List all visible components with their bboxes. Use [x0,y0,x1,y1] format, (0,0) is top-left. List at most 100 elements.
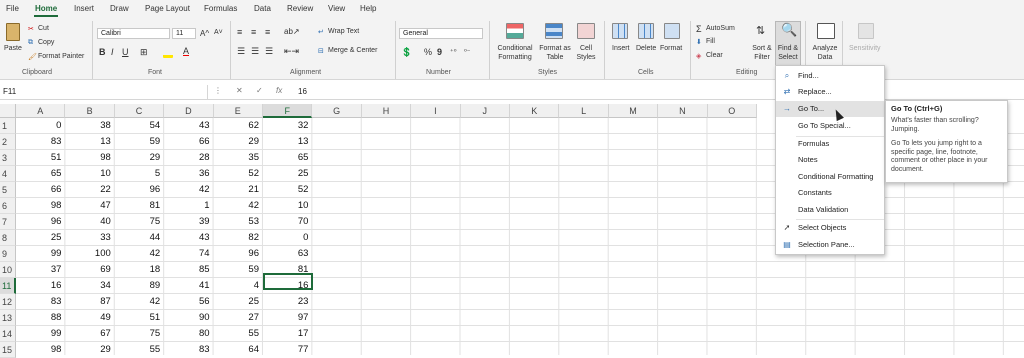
column-header-k[interactable]: K [510,104,560,118]
cell[interactable]: 51 [115,310,164,326]
cell[interactable]: 40 [65,214,114,230]
cell[interactable]: 42 [214,198,263,214]
menu-item-go-to[interactable]: → Go To... [776,101,884,117]
cell[interactable]: 4 [214,278,263,294]
format-cells-button[interactable]: Format [660,45,682,52]
row-header[interactable]: 13 [0,310,16,326]
cell[interactable]: 77 [263,342,312,358]
column-header-m[interactable]: M [608,104,659,118]
analyze-data-button[interactable]: Analyze Data [810,44,840,62]
column-header-b[interactable]: B [65,104,115,118]
cell[interactable]: 67 [65,326,114,342]
cell[interactable]: 1 [164,198,213,214]
cell[interactable]: 29 [65,342,114,358]
column-header-j[interactable]: J [460,104,510,118]
cell[interactable]: 18 [115,262,164,278]
select-all-corner[interactable] [0,104,16,118]
number-format-combo[interactable]: General [399,28,483,39]
magnifier-icon[interactable]: 🔍 [781,22,797,38]
format-cells-icon[interactable] [664,23,680,39]
cell[interactable]: 96 [16,214,65,230]
cell[interactable]: 33 [65,230,114,246]
cell[interactable]: 99 [16,246,65,262]
tab-file[interactable]: File [6,4,19,13]
insert-cells-icon[interactable] [612,23,628,39]
cell[interactable]: 49 [65,310,114,326]
tab-formulas[interactable]: Formulas [204,4,237,13]
cell[interactable]: 64 [214,342,263,358]
column-header-d[interactable]: D [164,104,214,118]
column-header-a[interactable]: A [16,104,66,118]
row-header[interactable]: 8 [0,230,16,246]
cell[interactable]: 35 [214,150,263,166]
wrap-text-button[interactable]: Wrap Text [328,28,359,35]
cell[interactable]: 97 [263,310,312,326]
bold-icon[interactable]: B [99,47,106,57]
borders-icon[interactable]: ⊞ [140,47,148,58]
cell[interactable]: 42 [115,246,164,262]
conditional-formatting-icon[interactable] [506,23,524,39]
menu-item-data-validation[interactable]: Data Validation [776,202,884,218]
cell[interactable]: 98 [65,150,114,166]
cell[interactable]: 83 [16,134,65,150]
row-header[interactable]: 12 [0,294,16,310]
cell[interactable]: 59 [214,262,263,278]
cell[interactable]: 22 [65,182,114,198]
font-size-combo[interactable]: 11 [172,28,196,39]
cell[interactable]: 59 [115,134,164,150]
cell[interactable]: 25 [263,166,312,182]
sort-filter-icon[interactable]: ⇅ [756,24,765,37]
tab-insert[interactable]: Insert [74,4,94,13]
cell[interactable]: 41 [164,278,213,294]
cell[interactable]: 89 [115,278,164,294]
autosum-button[interactable]: AutoSum [706,25,735,32]
cell[interactable]: 16 [16,278,65,294]
format-painter-button[interactable]: Format Painter [38,53,84,60]
column-header-n[interactable]: N [658,104,708,118]
decrease-decimal-icon[interactable]: ⁰⁻ [464,48,471,56]
delete-cells-button[interactable]: Delete [636,45,656,52]
cell[interactable]: 42 [164,182,213,198]
cell[interactable]: 75 [115,214,164,230]
cell[interactable]: 87 [65,294,114,310]
paste-icon[interactable] [6,23,20,41]
cell[interactable]: 80 [164,326,213,342]
row-header[interactable]: 10 [0,262,16,278]
menu-item-conditional-formatting[interactable]: Conditional Formatting [776,169,884,185]
row-header[interactable]: 3 [0,150,16,166]
row-header[interactable]: 6 [0,198,16,214]
name-box-dropdown-icon[interactable]: ⋮ [214,86,222,95]
tab-view[interactable]: View [328,4,345,13]
row-header[interactable]: 5 [0,182,16,198]
cell[interactable]: 100 [65,246,114,262]
cell[interactable]: 55 [214,326,263,342]
merge-center-button[interactable]: Merge & Center [328,47,377,54]
cell[interactable]: 28 [164,150,213,166]
format-painter-icon[interactable]: 🖌 [28,53,37,61]
align-top-icon[interactable]: ≡ [237,27,242,37]
cell[interactable]: 85 [164,262,213,278]
cell[interactable]: 44 [115,230,164,246]
menu-item-notes[interactable]: Notes [776,152,884,168]
underline-icon[interactable]: U [122,47,129,57]
name-box[interactable]: F11 [0,85,208,99]
cell[interactable]: 63 [263,246,312,262]
cell[interactable]: 52 [214,166,263,182]
menu-item-select-objects[interactable]: ➚ Select Objects [776,220,884,236]
cell[interactable]: 54 [115,118,164,134]
currency-icon[interactable]: 💲 [401,47,412,58]
tab-home[interactable]: Home [35,4,57,13]
row-header[interactable]: 4 [0,166,16,182]
decrease-font-icon[interactable]: A˅ [214,29,223,36]
align-left-icon[interactable]: ☰ [237,46,245,57]
clear-icon[interactable]: ◈ [696,52,701,60]
column-header-g[interactable]: G [312,104,362,118]
cell[interactable]: 62 [214,118,263,134]
column-header-f[interactable]: F [263,104,313,118]
format-as-table-button[interactable]: Format as Table [538,44,572,62]
enter-icon[interactable]: ✓ [256,86,263,95]
format-as-table-icon[interactable] [545,23,563,39]
row-header[interactable]: 14 [0,326,16,342]
row-header[interactable]: 1 [0,118,16,134]
cell[interactable]: 23 [263,294,312,310]
